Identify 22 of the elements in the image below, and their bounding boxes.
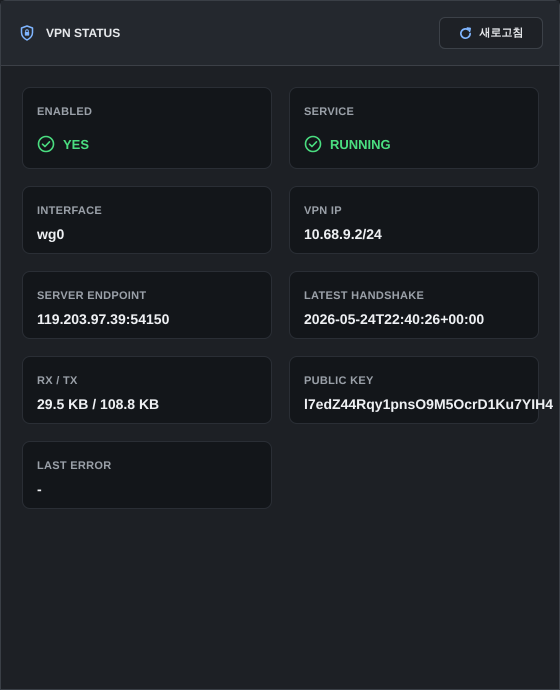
field-value: 29.5 KB / 108.8 KB xyxy=(37,394,160,414)
field-value: 10.68.9.2/24 xyxy=(304,224,382,244)
status-value: YES xyxy=(63,136,90,154)
field-value: - xyxy=(37,480,42,498)
status-value: RUNNING xyxy=(330,136,391,154)
field-label: RX / TX xyxy=(37,374,79,389)
refresh-button[interactable]: 새로고침 xyxy=(439,17,543,49)
field-label: LAST ERROR xyxy=(37,459,112,474)
field-label: ENABLED xyxy=(37,105,94,120)
field-value: 119.203.97.39:54150 xyxy=(37,310,170,328)
field-label: PUBLIC KEY xyxy=(304,374,375,389)
refresh-icon xyxy=(458,26,472,40)
field-value: 2026-05-24T22:40:26+00:00 xyxy=(304,310,484,328)
panel-title: VPN STATUS xyxy=(46,25,120,42)
field-label: LATEST HANDSHAKE xyxy=(304,289,426,304)
field-label: SERVER ENDPOINT xyxy=(37,289,148,304)
field-value: wg0 xyxy=(37,224,64,244)
shield-lock-icon xyxy=(20,25,34,41)
field-value: l7edZ44Rqy1pnsO9M5OcrD1Ku7YIH4 xyxy=(304,394,553,414)
field-label: INTERFACE xyxy=(37,204,104,219)
field-label: SERVICE xyxy=(304,105,356,120)
field-label: VPN IP xyxy=(304,204,343,219)
